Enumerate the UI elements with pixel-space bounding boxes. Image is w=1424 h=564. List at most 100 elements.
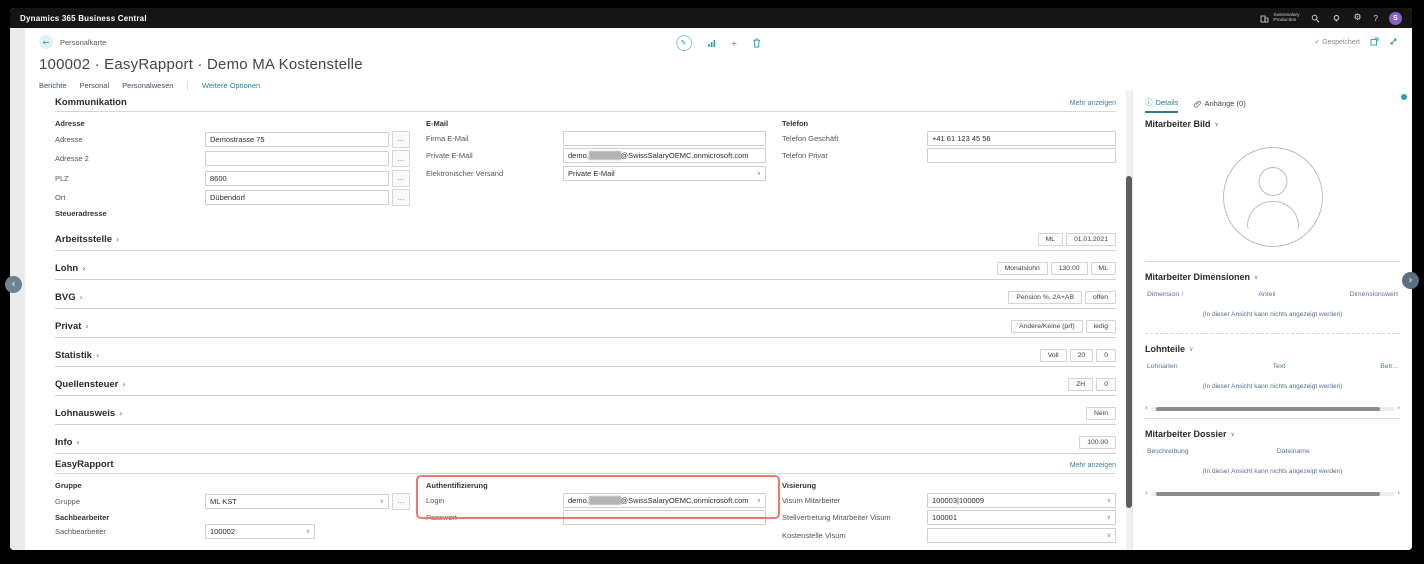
factbox-section-lohnteile[interactable]: Lohnteile∨ <box>1145 344 1400 354</box>
chevron-down-icon: ∨ <box>377 498 384 505</box>
adresse-2-assist-button[interactable]: … <box>392 150 410 167</box>
chevron-down-icon: ∨ <box>1189 346 1193 353</box>
column-header[interactable]: Text <box>1273 363 1285 370</box>
menu-berichte[interactable]: Berichte <box>39 81 67 90</box>
summary-badge[interactable]: Nein <box>1086 407 1116 420</box>
column-header[interactable]: Dateiname <box>1277 448 1310 455</box>
elektronischer-versand-select[interactable]: Private E-Mail∨ <box>563 166 766 181</box>
section-info[interactable]: Info› 100.00 <box>55 433 1116 454</box>
column-header[interactable]: Lohnarten <box>1147 363 1178 370</box>
gruppe-assist-button[interactable]: … <box>392 493 410 510</box>
edit-button[interactable]: ✎ <box>676 35 692 51</box>
telefon-privat-input[interactable] <box>927 148 1116 163</box>
tab-anhaenge[interactable]: Anhänge (0) <box>1194 97 1245 113</box>
section-lohnausweis[interactable]: Lohnausweis› Nein <box>55 404 1116 425</box>
info-icon: ⓘ <box>1145 97 1153 108</box>
sachbearbeiter-select[interactable]: 100002∨ <box>205 524 315 539</box>
scrollbar-thumb[interactable] <box>1156 492 1380 496</box>
adresse-assist-button[interactable]: … <box>392 131 410 148</box>
section-kommunikation-header[interactable]: Kommunikation Mehr anzeigen <box>55 97 1116 112</box>
top-app-bar: Dynamics 365 Business Central SwissSalar… <box>10 8 1412 28</box>
delete-icon[interactable] <box>752 38 761 48</box>
section-statistik[interactable]: Statistik› Voll200 <box>55 346 1116 367</box>
column-header[interactable]: Betr... <box>1380 363 1398 370</box>
lightbulb-icon[interactable] <box>1332 13 1342 23</box>
kommunikation-mehr-anzeigen-link[interactable]: Mehr anzeigen <box>1070 100 1116 107</box>
factbox-section-bild[interactable]: Mitarbeiter Bild∨ <box>1145 119 1400 129</box>
scroll-right-icon[interactable]: › <box>1397 490 1400 497</box>
search-icon[interactable] <box>1311 13 1321 23</box>
scrollbar-thumb[interactable] <box>1156 407 1380 411</box>
section-quellensteuer[interactable]: Quellensteuer› ZH0 <box>55 375 1116 396</box>
summary-badge[interactable]: ledig <box>1086 320 1116 333</box>
factbox-section-dossier[interactable]: Mitarbeiter Dossier∨ <box>1145 429 1400 439</box>
next-record-button[interactable]: › <box>1402 272 1419 289</box>
telefon-geschaeft-input[interactable]: +41 61 123 45 56 <box>927 131 1116 146</box>
summary-badge[interactable]: 01.01.2021 <box>1066 233 1116 246</box>
section-arbeitsstelle[interactable]: Arbeitsstelle› ML01.01.2021 <box>55 230 1116 251</box>
analyze-icon[interactable] <box>707 39 716 48</box>
section-lohn[interactable]: Lohn› Monatslohn130.00ML <box>55 259 1116 280</box>
previous-record-button[interactable]: ‹ <box>5 276 22 293</box>
summary-badge[interactable]: Andere/Keine (prf) <box>1011 320 1083 333</box>
help-icon[interactable]: ? <box>1374 14 1378 23</box>
column-header[interactable]: Dimension ↑ <box>1147 291 1184 298</box>
gruppe-select[interactable]: ML KST∨ <box>205 494 389 509</box>
menu-personalwesen[interactable]: Personalwesen <box>122 81 173 90</box>
field-label: PLZ <box>55 174 205 183</box>
column-header[interactable]: Dimensionswert <box>1350 291 1398 298</box>
section-privat[interactable]: Privat› Andere/Keine (prf)ledig <box>55 317 1116 338</box>
breadcrumb[interactable]: Personalkarte <box>60 38 106 47</box>
popout-icon[interactable] <box>1370 37 1379 46</box>
scroll-left-icon[interactable]: ‹ <box>1145 490 1148 497</box>
field-adresse-2: Adresse 2 … <box>55 150 410 167</box>
summary-badge[interactable]: ML <box>1038 233 1063 246</box>
visum-mitarbeiter-select[interactable]: 100003|100009∨ <box>927 493 1116 508</box>
summary-badge[interactable]: Pension %, 2A+AB <box>1008 291 1082 304</box>
login-input[interactable]: demo.██████@SwissSalaryOEMC.onmicrosoft.… <box>563 493 766 508</box>
kostenstelle-visum-select[interactable]: ∨ <box>927 528 1116 543</box>
summary-badge[interactable]: 0 <box>1096 349 1116 362</box>
user-avatar[interactable]: S <box>1389 12 1402 25</box>
scroll-right-icon[interactable]: › <box>1397 405 1400 412</box>
passwort-input[interactable] <box>563 510 766 525</box>
summary-badge[interactable]: 100.00 <box>1079 436 1116 449</box>
summary-badge[interactable]: ZH <box>1068 378 1093 391</box>
gear-icon[interactable]: ⚙ <box>1353 13 1363 23</box>
back-button[interactable]: ← <box>39 35 53 49</box>
adresse-input[interactable]: Demostrasse 75 <box>205 132 389 147</box>
section-bvg[interactable]: BVG› Pension %, 2A+ABoffen <box>55 288 1116 309</box>
firma-email-input[interactable] <box>563 131 766 146</box>
chevron-down-icon: ∨ <box>303 528 310 535</box>
dossier-horizontal-scrollbar[interactable]: ‹ › <box>1145 490 1400 497</box>
environment-name-line2: Production <box>1273 18 1299 24</box>
private-email-input[interactable]: demo.██████@SwissSalaryOEMC.onmicrosoft.… <box>563 148 766 163</box>
new-record-button[interactable]: + <box>731 39 738 48</box>
column-header[interactable]: Anteil <box>1259 291 1276 298</box>
chevron-right-icon: › <box>85 322 88 331</box>
menu-personal[interactable]: Personal <box>80 81 110 90</box>
summary-badge[interactable]: 0 <box>1096 378 1116 391</box>
easyrapport-mehr-anzeigen-link[interactable]: Mehr anzeigen <box>1070 462 1116 469</box>
plz-assist-button[interactable]: … <box>392 170 410 187</box>
summary-badge[interactable]: Monatslohn <box>997 262 1048 275</box>
tab-details[interactable]: ⓘDetails <box>1145 97 1178 113</box>
summary-badge[interactable]: Voll <box>1040 349 1067 362</box>
summary-badge[interactable]: ML <box>1091 262 1116 275</box>
lohnteile-horizontal-scrollbar[interactable]: ‹ › <box>1145 405 1400 412</box>
section-easyrapport-header[interactable]: EasyRapport Mehr anzeigen <box>55 459 1116 474</box>
plz-input[interactable]: 8600 <box>205 171 389 186</box>
summary-badge[interactable]: offen <box>1085 291 1116 304</box>
factbox-section-dimensionen[interactable]: Mitarbeiter Dimensionen∨ <box>1145 272 1400 282</box>
ort-input[interactable]: Dübendorf <box>205 190 389 205</box>
environment-switcher[interactable]: SwissSalary Production <box>1259 13 1299 24</box>
resize-icon[interactable] <box>1389 37 1398 46</box>
adresse-2-input[interactable] <box>205 151 389 166</box>
summary-badge[interactable]: 20 <box>1070 349 1094 362</box>
scroll-left-icon[interactable]: ‹ <box>1145 405 1148 412</box>
menu-weitere-optionen[interactable]: Weitere Optionen <box>202 81 260 90</box>
ort-assist-button[interactable]: … <box>392 189 410 206</box>
column-header[interactable]: Beschreibung <box>1147 448 1189 455</box>
stellvertretung-select[interactable]: 100001∨ <box>927 510 1116 525</box>
summary-badge[interactable]: 130.00 <box>1051 262 1088 275</box>
